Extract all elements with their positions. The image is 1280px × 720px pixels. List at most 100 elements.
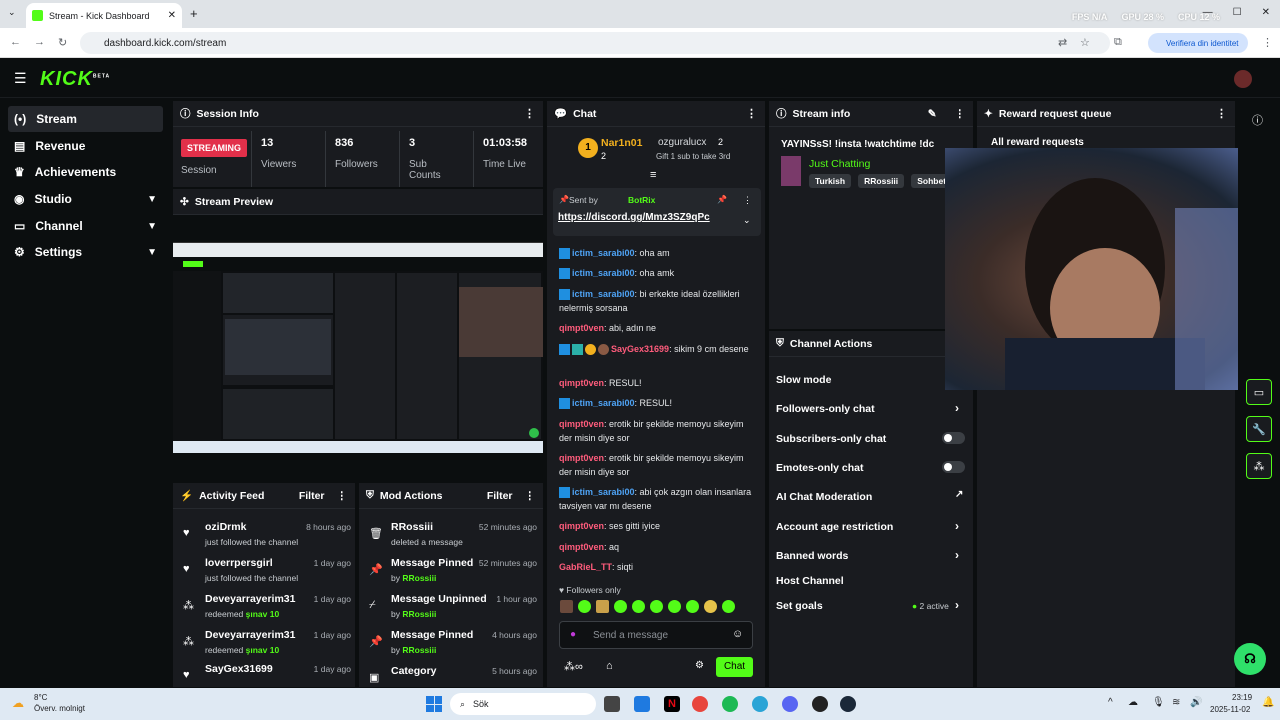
chat-input[interactable]: ● Send a message ☺ bbox=[559, 621, 753, 649]
chat-user[interactable]: qimpt0ven bbox=[559, 542, 604, 552]
clock-time[interactable]: 23:19 bbox=[1232, 693, 1252, 702]
more-icon[interactable]: ⋮ bbox=[743, 195, 752, 206]
back-icon[interactable]: ← bbox=[10, 36, 21, 48]
chat-user[interactable]: ictim_sarabi00 bbox=[572, 487, 635, 497]
onedrive-icon[interactable]: ☁ bbox=[1128, 697, 1138, 708]
forward-icon[interactable]: → bbox=[34, 36, 45, 48]
account-age-action[interactable]: Account age restriction bbox=[776, 521, 893, 533]
more-icon[interactable]: ⋮ bbox=[525, 490, 536, 502]
pin-link[interactable]: https://discord.gg/Mmz3SZ9qPc bbox=[558, 212, 710, 223]
spotify-icon[interactable] bbox=[722, 696, 738, 712]
windows-start-icon[interactable] bbox=[426, 696, 442, 712]
feed-user[interactable]: Deveyarrayerim31 bbox=[205, 629, 296, 641]
wifi-icon[interactable]: ≋ bbox=[1172, 697, 1180, 708]
feed-user[interactable]: Deveyarrayerim31 bbox=[205, 593, 296, 605]
close-window-icon[interactable]: ✕ bbox=[1262, 7, 1270, 18]
banned-words-action[interactable]: Banned words bbox=[776, 550, 848, 562]
edge-icon[interactable] bbox=[752, 696, 768, 712]
volume-icon[interactable]: 🔊 bbox=[1190, 697, 1202, 708]
mic-tray-icon[interactable]: 🎙 bbox=[1152, 697, 1165, 708]
feed-user[interactable]: oziDrmk bbox=[205, 521, 246, 533]
rail-button-3[interactable]: ⁂ bbox=[1246, 453, 1272, 479]
emote-icon[interactable] bbox=[668, 600, 681, 613]
close-tab-icon[interactable]: ✕ bbox=[168, 10, 176, 21]
chevron-right-icon[interactable]: › bbox=[955, 598, 959, 612]
bookmark-star-icon[interactable]: ☆ bbox=[1080, 36, 1090, 49]
subscribers-only-action[interactable]: Subscribers-only chat bbox=[776, 433, 886, 445]
new-tab-icon[interactable]: + bbox=[190, 6, 198, 21]
chat-user[interactable]: ictim_sarabi00 bbox=[572, 248, 635, 258]
send-chat-button[interactable]: Chat bbox=[716, 657, 753, 677]
filter-button[interactable]: Filter bbox=[299, 490, 325, 502]
subscribers-only-toggle[interactable] bbox=[942, 432, 965, 444]
emote-icon[interactable] bbox=[722, 600, 735, 613]
more-icon[interactable]: ⋮ bbox=[1216, 107, 1227, 120]
steam-icon[interactable] bbox=[840, 696, 856, 712]
more-icon[interactable]: ⋮ bbox=[337, 490, 348, 502]
netflix-icon[interactable]: N bbox=[664, 696, 680, 712]
stream-preview-video[interactable] bbox=[173, 242, 543, 453]
emoji-icon[interactable]: ☺ bbox=[732, 628, 743, 640]
host-channel-action[interactable]: Host Channel bbox=[776, 575, 844, 587]
set-goals-action[interactable]: Set goals bbox=[776, 600, 823, 612]
chat-user[interactable]: qimpt0ven bbox=[559, 453, 604, 463]
followers-only-action[interactable]: Followers-only chat bbox=[776, 403, 875, 415]
tag[interactable]: RRossiii bbox=[858, 174, 905, 188]
verify-identity-button[interactable]: Verifiera din identitet bbox=[1148, 33, 1248, 53]
sidebar-item-revenue[interactable]: ▤ Revenue bbox=[8, 133, 163, 159]
emote-icon[interactable] bbox=[596, 600, 609, 613]
reload-icon[interactable]: ↻ bbox=[58, 36, 67, 49]
browser-menu-icon[interactable]: ⋮ bbox=[1262, 36, 1273, 49]
category-link[interactable]: Just Chatting bbox=[809, 158, 870, 170]
emote-icon[interactable] bbox=[632, 600, 645, 613]
sidebar-item-stream[interactable]: (•) Stream bbox=[8, 106, 163, 132]
chat-settings-icon[interactable]: ⚙ bbox=[695, 660, 704, 671]
chat-user[interactable]: qimpt0ven bbox=[559, 378, 604, 388]
tag[interactable]: Turkish bbox=[809, 174, 852, 188]
feed-user[interactable]: SayGex31699 bbox=[205, 663, 273, 675]
browser-tab[interactable]: Stream - Kick Dashboard ✕ bbox=[26, 3, 182, 28]
chat-user[interactable]: ictim_sarabi00 bbox=[572, 268, 635, 278]
emote-icon[interactable] bbox=[686, 600, 699, 613]
emote-icon[interactable] bbox=[614, 600, 627, 613]
tray-chevron-icon[interactable]: ^ bbox=[1108, 697, 1113, 708]
leaderboard-user-1[interactable]: Nar1n01 bbox=[601, 137, 642, 149]
translate-icon[interactable]: ⇄ bbox=[1058, 36, 1067, 49]
all-rewards-link[interactable]: All reward requests bbox=[991, 137, 1084, 148]
sidebar-item-settings[interactable]: ⚙ Settings ▼ bbox=[8, 239, 163, 265]
more-icon[interactable]: ⋮ bbox=[746, 107, 757, 120]
chat-user[interactable]: GabRieL_TT bbox=[559, 562, 612, 572]
emote-icon[interactable] bbox=[578, 600, 591, 613]
chat-user[interactable]: qimpt0ven bbox=[559, 323, 604, 333]
leaderboard-user-2[interactable]: ozguralucx bbox=[658, 137, 706, 148]
chat-user[interactable]: qimpt0ven bbox=[559, 521, 604, 531]
menu-icon[interactable]: ☰ bbox=[14, 70, 27, 87]
feed-user[interactable]: loverrpersgirl bbox=[205, 557, 273, 569]
rail-button-1[interactable]: ▭ bbox=[1246, 379, 1272, 405]
store-icon[interactable]: ⌂ bbox=[606, 660, 613, 672]
url-field[interactable]: dashboard.kick.com/stream bbox=[80, 32, 1110, 54]
filter-button[interactable]: Filter bbox=[487, 490, 513, 502]
unpin-icon[interactable]: 📌 bbox=[717, 195, 727, 204]
chevron-right-icon[interactable]: › bbox=[955, 401, 959, 415]
chevron-down-icon[interactable]: ⌄ bbox=[743, 215, 751, 226]
sidebar-item-studio[interactable]: ◉ Studio ▼ bbox=[8, 186, 163, 212]
clock-date[interactable]: 2025-11-02 bbox=[1210, 705, 1250, 714]
gift-sub-prompt[interactable]: Gift 1 sub to take 3rd bbox=[656, 152, 730, 161]
list-icon[interactable]: ≡ bbox=[650, 169, 656, 181]
edit-icon[interactable]: ✎ bbox=[928, 108, 937, 120]
chrome-icon[interactable] bbox=[692, 696, 708, 712]
obs-icon[interactable] bbox=[812, 696, 828, 712]
notification-icon[interactable]: 🔔 bbox=[1262, 697, 1274, 708]
chat-user[interactable]: qimpt0ven bbox=[559, 419, 604, 429]
chevron-right-icon[interactable]: › bbox=[955, 519, 959, 533]
slow-mode-action[interactable]: Slow mode bbox=[776, 374, 831, 386]
user-avatar[interactable] bbox=[1234, 70, 1252, 88]
emotes-only-action[interactable]: Emotes-only chat bbox=[776, 462, 864, 474]
mod-user[interactable]: RRossiii bbox=[402, 645, 436, 655]
external-link-icon[interactable]: ↗ bbox=[955, 489, 963, 500]
taskbar-search[interactable]: ⌕ Sök bbox=[450, 693, 596, 715]
extensions-icon[interactable]: ⧉ bbox=[1114, 36, 1122, 49]
sidebar-item-achievements[interactable]: ♛ Achievements bbox=[8, 159, 163, 185]
chevron-right-icon[interactable]: › bbox=[955, 548, 959, 562]
